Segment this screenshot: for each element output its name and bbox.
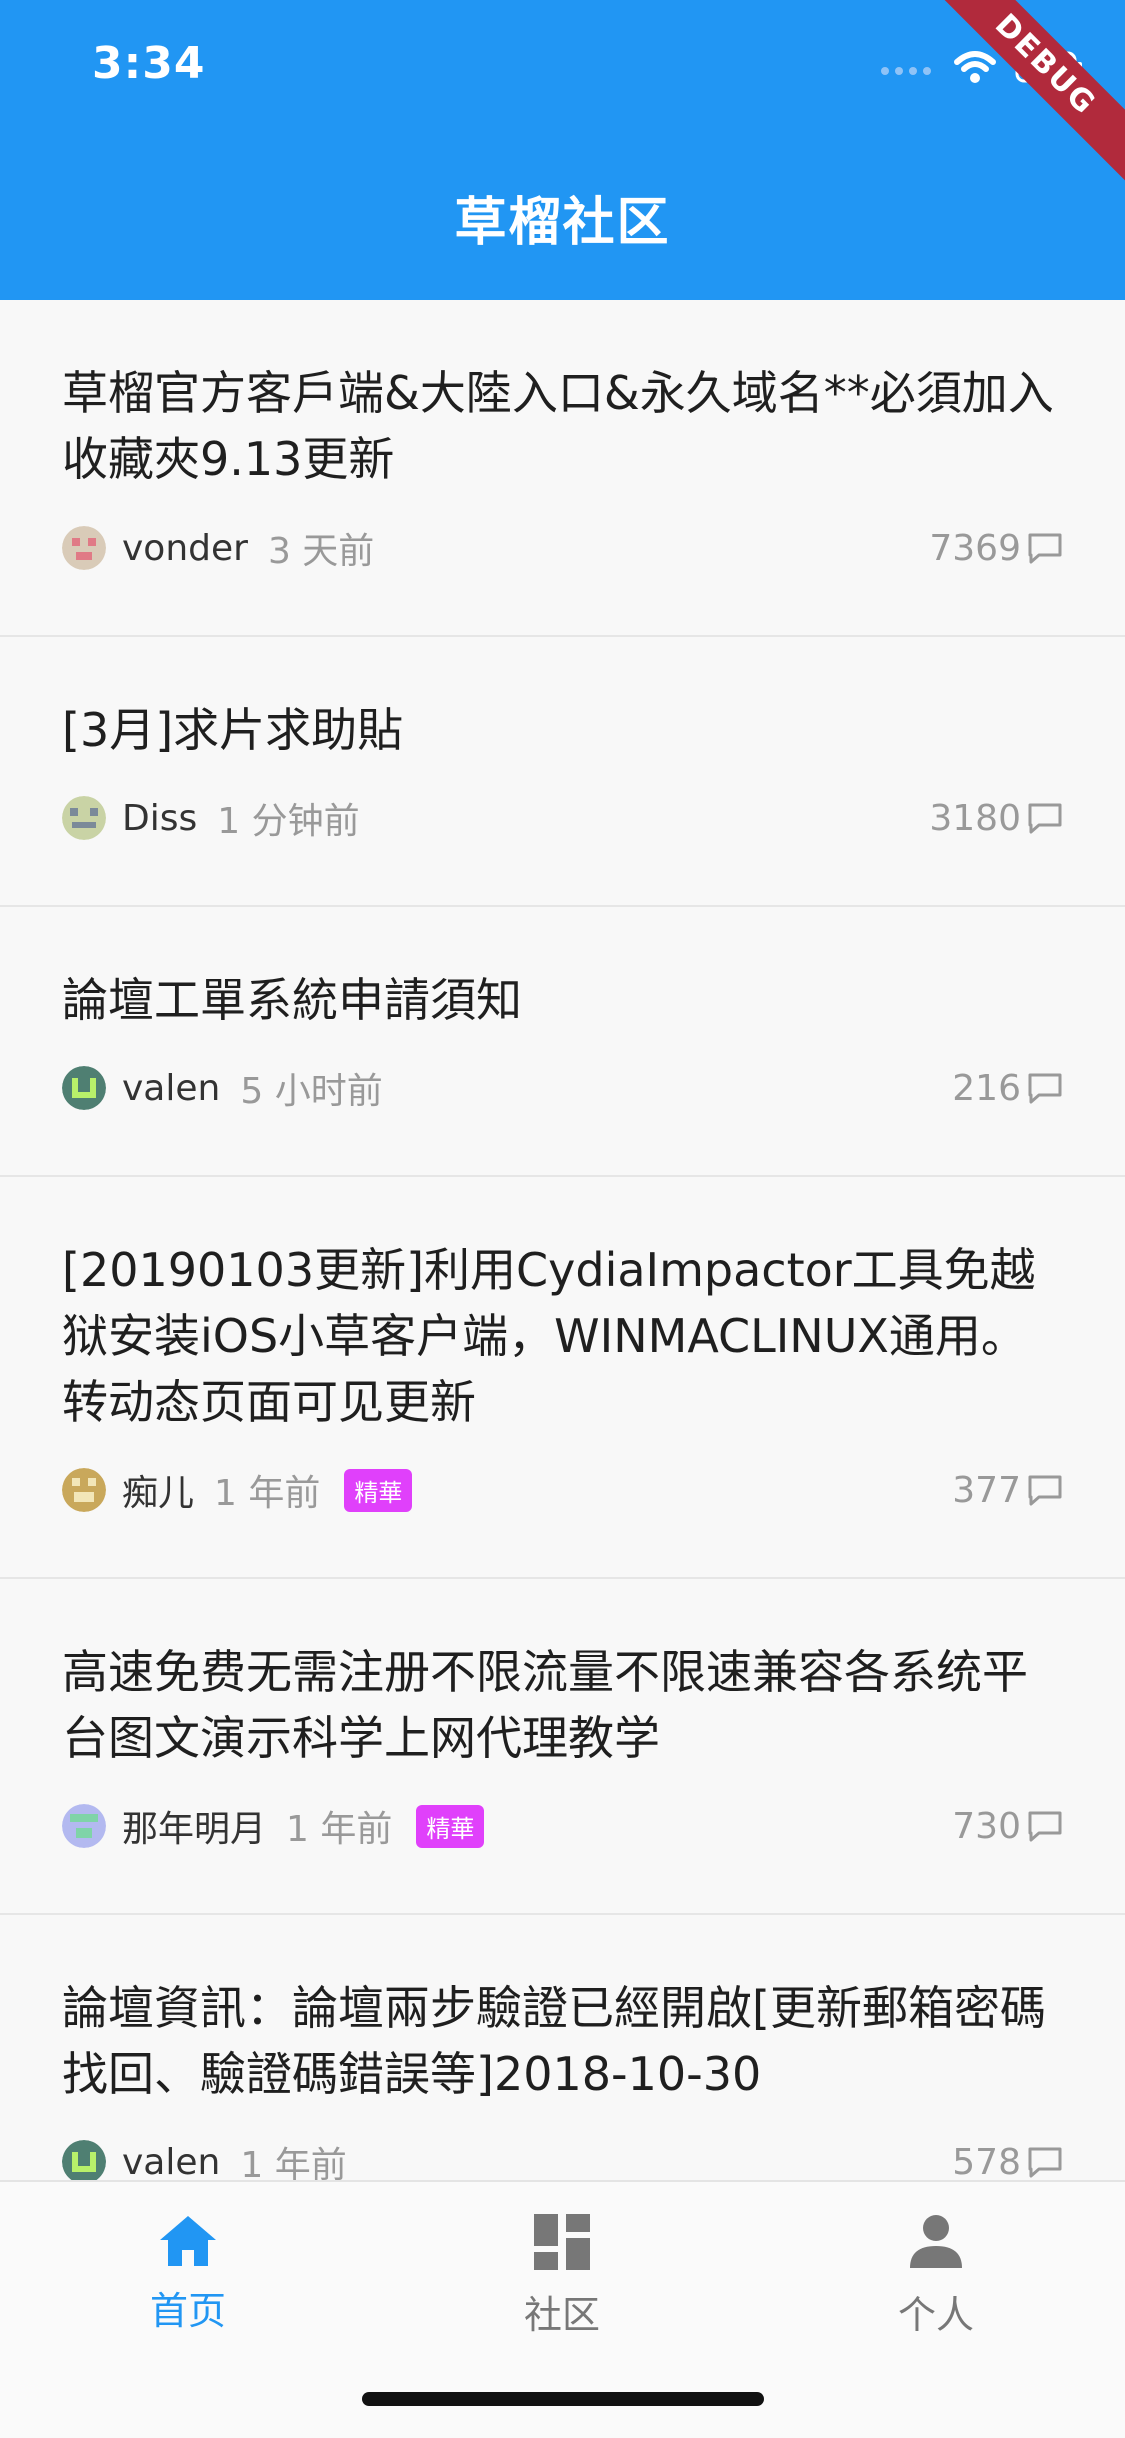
featured-badge: 精華 bbox=[344, 1468, 413, 1512]
comment-icon bbox=[1028, 803, 1062, 834]
post-meta: valen 5 小时前 216 bbox=[62, 1063, 1063, 1113]
post-time: 5 小时前 bbox=[240, 1071, 383, 1112]
post-time: 1 分钟前 bbox=[217, 801, 360, 842]
post-author[interactable]: valen bbox=[122, 1068, 220, 1109]
post-meta: 痴儿 1 年前 精華 377 bbox=[62, 1465, 1063, 1515]
post-title: [3月]求片求助貼 bbox=[62, 703, 404, 757]
avatar[interactable] bbox=[62, 2140, 106, 2180]
post-list[interactable]: 草榴官方客戶端&大陸入口&永久域名**必須加入收藏夾9.13更新 vonder … bbox=[0, 300, 1125, 2180]
post-meta: valen 1 年前 578 bbox=[62, 2137, 1063, 2180]
post-item[interactable]: 論壇資訊：論壇兩步驗證已經開啟[更新郵箱密碼找回、驗證碼錯誤等]2018-10-… bbox=[0, 1915, 1125, 2180]
nav-label-community: 社区 bbox=[523, 2293, 600, 2337]
comment-icon bbox=[1028, 2147, 1062, 2178]
dashboard-icon bbox=[534, 2214, 590, 2270]
home-indicator bbox=[362, 2392, 764, 2406]
avatar[interactable] bbox=[62, 796, 106, 840]
reply-count-value: 377 bbox=[952, 1469, 1021, 1511]
reply-count: 3180 bbox=[929, 798, 1063, 839]
reply-count: 216 bbox=[952, 1068, 1063, 1109]
nav-label-home: 首页 bbox=[149, 2289, 226, 2333]
post-meta: 那年明月 1 年前 精華 730 bbox=[62, 1801, 1063, 1851]
person-icon bbox=[910, 2215, 962, 2268]
avatar[interactable] bbox=[62, 1066, 106, 1110]
post-item[interactable]: 草榴官方客戶端&大陸入口&永久域名**必須加入收藏夾9.13更新 vonder … bbox=[0, 300, 1125, 637]
post-author[interactable]: valen bbox=[122, 2142, 220, 2181]
post-item[interactable]: [3月]求片求助貼 Diss 1 分钟前 3180 bbox=[0, 637, 1125, 907]
post-author[interactable]: 那年明月 bbox=[122, 1800, 266, 1852]
nav-tab-community[interactable]: 社区 bbox=[462, 2212, 662, 2339]
reply-count-value: 3180 bbox=[929, 797, 1021, 839]
post-time: 3 天前 bbox=[267, 531, 375, 572]
avatar[interactable] bbox=[62, 1468, 106, 1512]
post-time: 1 年前 bbox=[214, 1473, 321, 1514]
reply-count: 7369 bbox=[929, 528, 1063, 569]
post-item[interactable]: [20190103更新]利用CydiaImpactor工具免越狱安装iOS小草客… bbox=[0, 1177, 1125, 1579]
post-title: [20190103更新]利用CydiaImpactor工具免越狱安装iOS小草客… bbox=[62, 1243, 1036, 1429]
reply-count: 377 bbox=[952, 1470, 1063, 1511]
avatar[interactable] bbox=[62, 1804, 106, 1848]
comment-icon bbox=[1028, 533, 1062, 564]
post-title: 論壇工單系統申請須知 bbox=[62, 973, 522, 1027]
reply-count-value: 216 bbox=[952, 1067, 1021, 1109]
post-author[interactable]: Diss bbox=[122, 798, 197, 839]
home-icon bbox=[160, 2216, 216, 2266]
post-time: 1 年前 bbox=[286, 1809, 393, 1850]
page-title: 草榴社区 bbox=[454, 193, 671, 253]
reply-count-value: 578 bbox=[952, 2141, 1021, 2181]
reply-count-value: 7369 bbox=[929, 527, 1021, 569]
post-item[interactable]: 論壇工單系統申請須知 valen 5 小时前 216 bbox=[0, 907, 1125, 1177]
post-author[interactable]: vonder bbox=[122, 528, 248, 569]
featured-badge: 精華 bbox=[416, 1804, 485, 1848]
post-title: 高速免费无需注册不限流量不限速兼容各系统平台图文演示科学上网代理教学 bbox=[62, 1645, 1028, 1765]
post-item[interactable]: 高速免费无需注册不限流量不限速兼容各系统平台图文演示科学上网代理教学 那年明月 … bbox=[0, 1579, 1125, 1915]
reply-count-value: 730 bbox=[952, 1805, 1021, 1847]
status-time: 3:34 bbox=[92, 38, 206, 89]
reply-count: 730 bbox=[952, 1806, 1063, 1847]
avatar[interactable] bbox=[62, 526, 106, 570]
post-meta: vonder 3 天前 7369 bbox=[62, 523, 1063, 573]
app-bar: 3:34 草榴社区 DEBUG bbox=[0, 0, 1125, 300]
debug-banner: DEBUG bbox=[921, 0, 1125, 189]
wifi-icon bbox=[954, 51, 996, 83]
nav-tab-profile[interactable]: 个人 bbox=[836, 2212, 1036, 2339]
comment-icon bbox=[1028, 1073, 1062, 1104]
comment-icon bbox=[1028, 1475, 1062, 1506]
nav-label-profile: 个人 bbox=[897, 2293, 974, 2337]
post-title: 草榴官方客戶端&大陸入口&永久域名**必須加入收藏夾9.13更新 bbox=[62, 366, 1054, 486]
post-time: 1 年前 bbox=[240, 2145, 347, 2180]
post-meta: Diss 1 分钟前 3180 bbox=[62, 793, 1063, 843]
post-title: 論壇資訊：論壇兩步驗證已經開啟[更新郵箱密碼找回、驗證碼錯誤等]2018-10-… bbox=[62, 1981, 1046, 2101]
post-author[interactable]: 痴儿 bbox=[122, 1464, 194, 1516]
cellular-signal-icon bbox=[881, 67, 931, 75]
reply-count: 578 bbox=[952, 2141, 1063, 2181]
comment-icon bbox=[1028, 1811, 1062, 1842]
nav-tab-home[interactable]: 首页 bbox=[88, 2212, 288, 2335]
